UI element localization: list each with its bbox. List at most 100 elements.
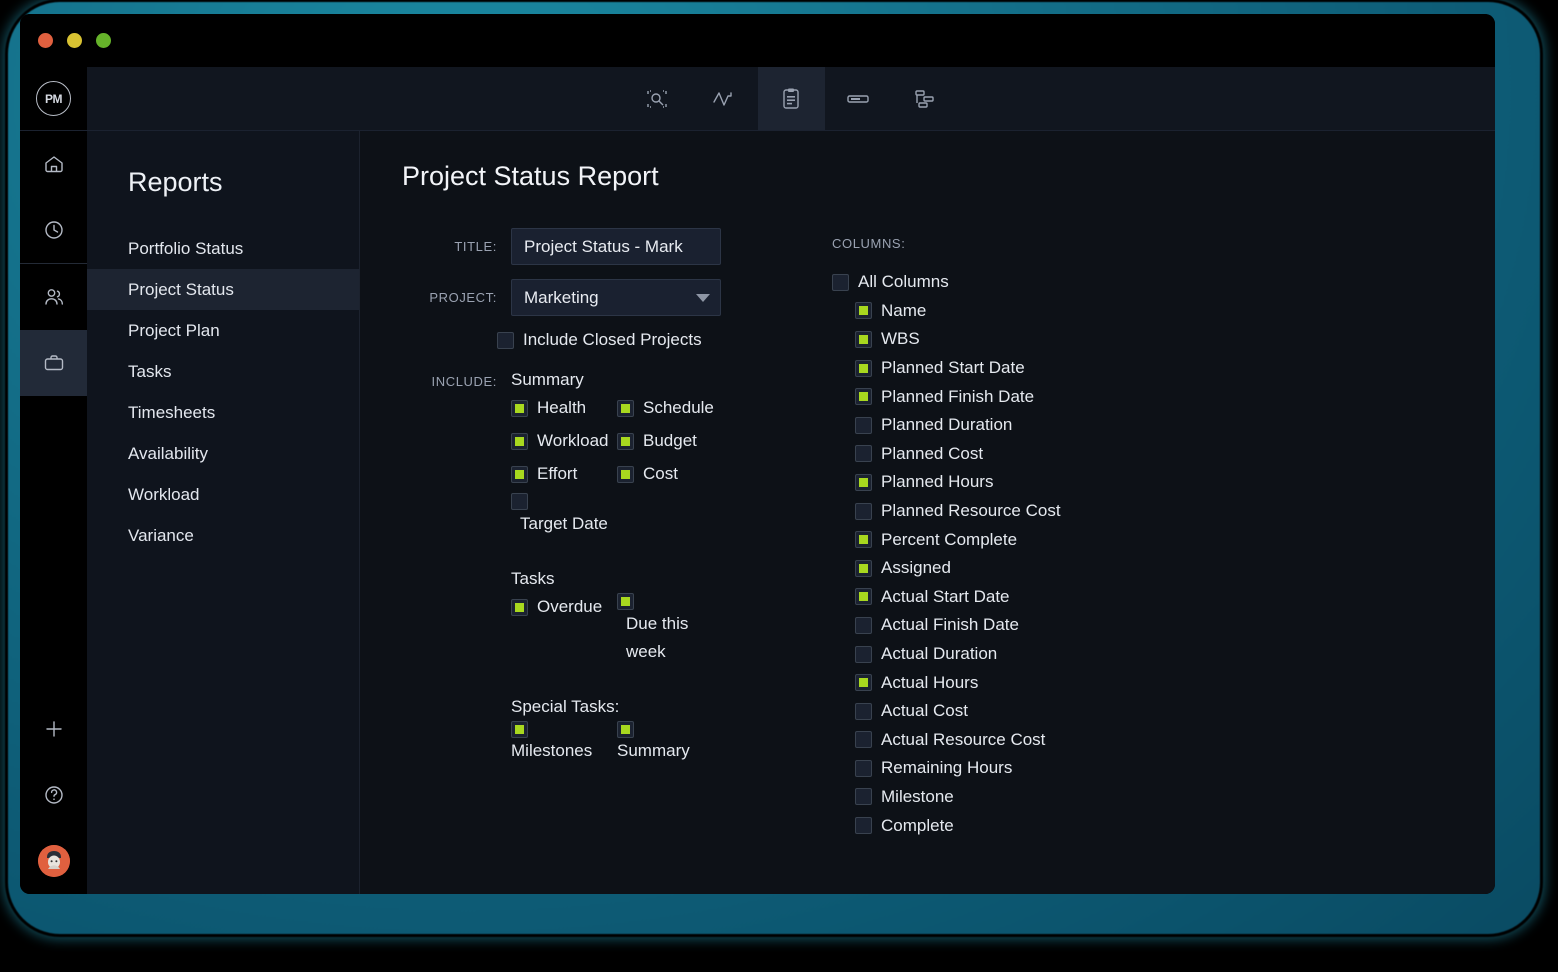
column-item-planned-start-date[interactable]: Planned Start Date bbox=[832, 354, 1495, 383]
people-icon[interactable] bbox=[20, 264, 87, 330]
project-select[interactable]: Marketing bbox=[511, 279, 721, 316]
include-closed-row[interactable]: Include Closed Projects bbox=[497, 330, 832, 350]
column-item-planned-finish-date[interactable]: Planned Finish Date bbox=[832, 382, 1495, 411]
planned-finish-date-checkbox[interactable] bbox=[855, 388, 872, 405]
wbs-label: WBS bbox=[881, 329, 920, 349]
column-item-actual-finish-date[interactable]: Actual Finish Date bbox=[832, 611, 1495, 640]
summary-item-workload[interactable]: Workload bbox=[511, 427, 617, 455]
column-item-remaining-hours[interactable]: Remaining Hours bbox=[832, 754, 1495, 783]
column-item-planned-hours[interactable]: Planned Hours bbox=[832, 468, 1495, 497]
column-item-planned-resource-cost[interactable]: Planned Resource Cost bbox=[832, 497, 1495, 526]
card-view-icon[interactable] bbox=[825, 67, 892, 130]
column-item-name[interactable]: Name bbox=[832, 297, 1495, 326]
complete-checkbox[interactable] bbox=[855, 817, 872, 834]
maximize-button[interactable] bbox=[96, 33, 111, 48]
planned-cost-checkbox[interactable] bbox=[855, 445, 872, 462]
summary-item-health[interactable]: Health bbox=[511, 394, 617, 422]
summary-item-target-date[interactable]: Target Date bbox=[511, 493, 617, 538]
assigned-checkbox[interactable] bbox=[855, 560, 872, 577]
target-date-checkbox[interactable] bbox=[511, 493, 528, 510]
app-body: Reports Portfolio Status Project Status … bbox=[20, 131, 1495, 894]
percent-complete-checkbox[interactable] bbox=[855, 531, 872, 548]
column-item-actual-cost[interactable]: Actual Cost bbox=[832, 697, 1495, 726]
workload-checkbox[interactable] bbox=[511, 433, 528, 450]
wbs-checkbox[interactable] bbox=[855, 331, 872, 348]
column-item-milestone[interactable]: Milestone bbox=[832, 783, 1495, 812]
special-item-milestones[interactable]: Milestones bbox=[511, 721, 617, 761]
schedule-checkbox[interactable] bbox=[617, 400, 634, 417]
top-toolbar: PM bbox=[20, 67, 1495, 131]
column-item-complete[interactable]: Complete bbox=[832, 811, 1495, 840]
include-closed-checkbox[interactable] bbox=[497, 332, 514, 349]
main-content: Project Status Report TITLE: Project Sta… bbox=[360, 131, 1495, 894]
planned-hours-checkbox[interactable] bbox=[855, 474, 872, 491]
sidebar-item-variance[interactable]: Variance bbox=[87, 515, 359, 556]
summary-item-schedule[interactable]: Schedule bbox=[617, 394, 723, 422]
column-item-actual-resource-cost[interactable]: Actual Resource Cost bbox=[832, 726, 1495, 755]
sidebar-item-portfolio-status[interactable]: Portfolio Status bbox=[87, 228, 359, 269]
summary-item-cost[interactable]: Cost bbox=[617, 460, 723, 488]
plus-icon[interactable] bbox=[20, 696, 87, 762]
column-item-actual-duration[interactable]: Actual Duration bbox=[832, 640, 1495, 669]
sidebar-item-tasks[interactable]: Tasks bbox=[87, 351, 359, 392]
actual-duration-label: Actual Duration bbox=[881, 644, 997, 664]
clipboard-report-icon[interactable] bbox=[758, 67, 825, 130]
effort-checkbox[interactable] bbox=[511, 466, 528, 483]
milestone-checkbox[interactable] bbox=[855, 788, 872, 805]
gantt-board-icon[interactable] bbox=[892, 67, 959, 130]
milestones-label: Milestones bbox=[511, 741, 617, 761]
name-checkbox[interactable] bbox=[855, 302, 872, 319]
briefcase-icon[interactable] bbox=[20, 330, 87, 396]
close-button[interactable] bbox=[38, 33, 53, 48]
sidebar-item-availability[interactable]: Availability bbox=[87, 433, 359, 474]
special-item-summary[interactable]: Summary bbox=[617, 721, 723, 761]
planned-duration-checkbox[interactable] bbox=[855, 417, 872, 434]
app-window: PM bbox=[20, 14, 1495, 894]
avatar[interactable] bbox=[20, 828, 87, 894]
actual-hours-checkbox[interactable] bbox=[855, 674, 872, 691]
tasks-item-overdue[interactable]: Overdue bbox=[511, 593, 617, 621]
health-checkbox[interactable] bbox=[511, 400, 528, 417]
summary-item-budget[interactable]: Budget bbox=[617, 427, 723, 455]
actual-duration-checkbox[interactable] bbox=[855, 646, 872, 663]
planned-start-date-checkbox[interactable] bbox=[855, 360, 872, 377]
clock-icon[interactable] bbox=[20, 197, 87, 264]
remaining-hours-checkbox[interactable] bbox=[855, 760, 872, 777]
summary-task-checkbox[interactable] bbox=[617, 721, 634, 738]
column-item-planned-duration[interactable]: Planned Duration bbox=[832, 411, 1495, 440]
all-columns-checkbox[interactable] bbox=[832, 274, 849, 291]
column-item-actual-hours[interactable]: Actual Hours bbox=[832, 668, 1495, 697]
title-input[interactable]: Project Status - Mark bbox=[511, 228, 721, 265]
sidebar-item-timesheets[interactable]: Timesheets bbox=[87, 392, 359, 433]
due-this-week-checkbox[interactable] bbox=[617, 593, 634, 610]
planned-resource-cost-checkbox[interactable] bbox=[855, 503, 872, 520]
actual-finish-date-checkbox[interactable] bbox=[855, 617, 872, 634]
milestones-checkbox[interactable] bbox=[511, 721, 528, 738]
column-item-wbs[interactable]: WBS bbox=[832, 325, 1495, 354]
sidebar-item-workload[interactable]: Workload bbox=[87, 474, 359, 515]
name-label: Name bbox=[881, 301, 926, 321]
app-logo[interactable]: PM bbox=[20, 67, 87, 130]
column-item-assigned[interactable]: Assigned bbox=[832, 554, 1495, 583]
minimize-button[interactable] bbox=[67, 33, 82, 48]
activity-pulse-icon[interactable] bbox=[691, 67, 758, 130]
summary-item-effort[interactable]: Effort bbox=[511, 460, 617, 488]
column-item-all-columns[interactable]: All Columns bbox=[832, 268, 1495, 297]
sidebar-item-project-plan[interactable]: Project Plan bbox=[87, 310, 359, 351]
column-item-percent-complete[interactable]: Percent Complete bbox=[832, 525, 1495, 554]
actual-resource-cost-checkbox[interactable] bbox=[855, 731, 872, 748]
cost-checkbox[interactable] bbox=[617, 466, 634, 483]
help-icon[interactable] bbox=[20, 762, 87, 828]
budget-checkbox[interactable] bbox=[617, 433, 634, 450]
column-item-actual-start-date[interactable]: Actual Start Date bbox=[832, 583, 1495, 612]
actual-cost-checkbox[interactable] bbox=[855, 703, 872, 720]
home-icon[interactable] bbox=[20, 131, 87, 197]
sidebar-item-project-status[interactable]: Project Status bbox=[87, 269, 359, 310]
column-item-planned-cost[interactable]: Planned Cost bbox=[832, 440, 1495, 469]
overdue-checkbox[interactable] bbox=[511, 599, 528, 616]
planned-finish-date-label: Planned Finish Date bbox=[881, 387, 1034, 407]
project-select-value: Marketing bbox=[524, 288, 599, 308]
scan-search-icon[interactable] bbox=[624, 67, 691, 130]
actual-start-date-checkbox[interactable] bbox=[855, 588, 872, 605]
tasks-item-due-this-week[interactable]: Due this week bbox=[617, 593, 723, 666]
